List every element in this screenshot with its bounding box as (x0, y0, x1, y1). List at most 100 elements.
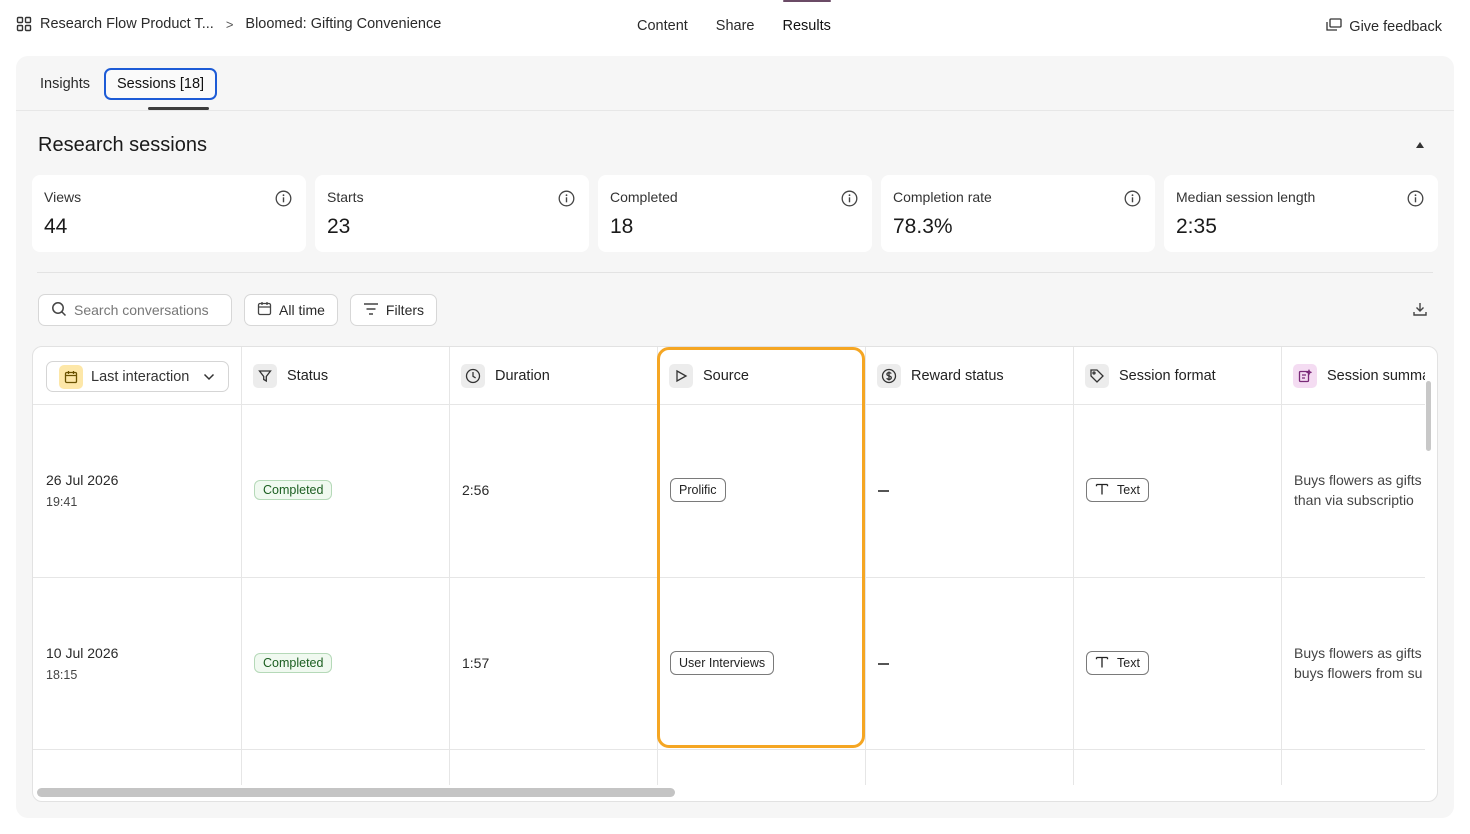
row-summary: Buys flowers as gifts than via subscript… (1294, 470, 1424, 510)
stat-label: Completion rate (893, 189, 992, 205)
source-column-highlight (657, 347, 865, 748)
stat-value: 2:35 (1176, 215, 1217, 238)
summary-line: buys flowers from su (1294, 665, 1423, 681)
column-label: Status (287, 368, 329, 384)
reward-empty-dash (878, 490, 889, 492)
column-label: Session format (1119, 368, 1216, 384)
column-header-duration[interactable]: Duration (449, 347, 550, 405)
sort-label: Last interaction (91, 368, 190, 385)
horizontal-scrollbar[interactable] (37, 788, 675, 797)
funnel-icon (253, 364, 277, 388)
main-nav: Content Share Results (637, 0, 832, 54)
info-icon[interactable] (1124, 190, 1141, 212)
section-divider (37, 272, 1433, 273)
search-box[interactable] (38, 294, 232, 326)
ai-summary-icon (1293, 364, 1317, 388)
tab-content[interactable]: Content (637, 0, 688, 54)
column-header-reward-status[interactable]: Reward status (865, 347, 1004, 405)
stat-card-completion-rate: Completion rate 78.3% (881, 175, 1155, 252)
status-badge: Completed (254, 653, 333, 673)
format-tag: Text (1086, 478, 1149, 502)
dollar-icon (877, 364, 901, 388)
stat-value: 23 (327, 215, 351, 238)
info-icon[interactable] (841, 190, 858, 212)
info-icon[interactable] (1407, 190, 1424, 212)
row-time: 19:41 (46, 495, 78, 509)
column-label: Session summa (1327, 368, 1425, 384)
calendar-icon (59, 364, 83, 389)
summary-line: Buys flowers as gifts (1294, 472, 1422, 488)
breadcrumb-study: Bloomed: Gifting Convenience (245, 16, 442, 32)
stat-label: Views (44, 189, 82, 205)
column-divider (241, 347, 242, 785)
subtab-sessions[interactable]: Sessions [18] (103, 68, 218, 100)
info-icon[interactable] (275, 190, 292, 212)
chevron-down-icon (203, 369, 215, 385)
table-toolbar: All time Filters (38, 294, 438, 326)
column-header-status[interactable]: Status (241, 347, 328, 405)
collapse-caret-icon[interactable] (1416, 142, 1424, 148)
row-date: 26 Jul 2026 (46, 472, 119, 488)
breadcrumb-project[interactable]: Research Flow Product T... (40, 16, 214, 32)
reward-empty-dash (878, 663, 889, 665)
stats-row: Views 44 Starts 23 Completed 18 Completi… (32, 175, 1438, 252)
sort-last-interaction-button[interactable]: Last interaction (46, 361, 229, 392)
stat-label: Starts (327, 189, 364, 205)
row-duration: 2:56 (462, 482, 490, 498)
vertical-scrollbar[interactable] (1426, 381, 1431, 451)
clock-icon (461, 364, 485, 388)
top-bar: Research Flow Product T... > Bloomed: Gi… (0, 0, 1470, 54)
column-header-session-summary[interactable]: Session summa (1281, 347, 1425, 405)
status-badge: Completed (254, 480, 333, 500)
tab-results[interactable]: Results (782, 0, 832, 54)
results-subtabs: Insights Sessions [18] (40, 68, 218, 100)
format-label: Text (1117, 656, 1140, 670)
info-icon[interactable] (558, 190, 575, 212)
filters-button[interactable]: Filters (349, 294, 438, 326)
stat-value: 44 (44, 215, 68, 238)
column-divider (449, 347, 450, 785)
row-date: 10 Jul 2026 (46, 645, 119, 661)
column-label: Duration (495, 368, 550, 384)
calendar-icon (257, 301, 272, 319)
tag-icon (1085, 364, 1109, 388)
feedback-icon (1326, 18, 1342, 36)
stat-value: 18 (610, 215, 634, 238)
format-tag: Text (1086, 651, 1149, 675)
tab-share[interactable]: Share (716, 0, 755, 54)
subtab-divider (16, 110, 1454, 111)
summary-line: Buys flowers as gifts (1294, 645, 1422, 661)
feedback-label: Give feedback (1349, 19, 1442, 35)
search-input[interactable] (74, 302, 224, 318)
column-divider (1281, 347, 1282, 785)
time-range-button[interactable]: All time (244, 294, 338, 326)
row-duration: 1:57 (462, 655, 490, 671)
grid-icon[interactable] (16, 16, 32, 32)
breadcrumb: Research Flow Product T... > Bloomed: Gi… (16, 16, 441, 32)
text-format-icon (1095, 655, 1109, 672)
subtab-insights[interactable]: Insights (40, 70, 90, 98)
summary-line: than via subscriptio (1294, 492, 1414, 508)
download-icon[interactable] (1412, 301, 1428, 322)
section-title: Research sessions (38, 134, 207, 156)
stat-card-views: Views 44 (32, 175, 306, 252)
row-time: 18:15 (46, 668, 78, 682)
stat-card-median-session-length: Median session length 2:35 (1164, 175, 1438, 252)
stat-label: Completed (610, 189, 678, 205)
format-label: Text (1117, 483, 1140, 497)
time-range-label: All time (279, 302, 325, 318)
row-summary: Buys flowers as gifts buys flowers from … (1294, 643, 1424, 683)
stat-card-completed: Completed 18 (598, 175, 872, 252)
column-divider (865, 347, 866, 785)
row-divider (33, 749, 1425, 750)
stat-label: Median session length (1176, 189, 1316, 205)
stat-value: 78.3% (893, 215, 953, 238)
search-icon (51, 301, 67, 320)
give-feedback-button[interactable]: Give feedback (1326, 18, 1442, 36)
filter-icon (363, 302, 379, 319)
column-header-session-format[interactable]: Session format (1073, 347, 1216, 405)
column-divider (1073, 347, 1074, 785)
filters-label: Filters (385, 302, 425, 318)
stat-card-starts: Starts 23 (315, 175, 589, 252)
column-label: Reward status (911, 368, 1004, 384)
